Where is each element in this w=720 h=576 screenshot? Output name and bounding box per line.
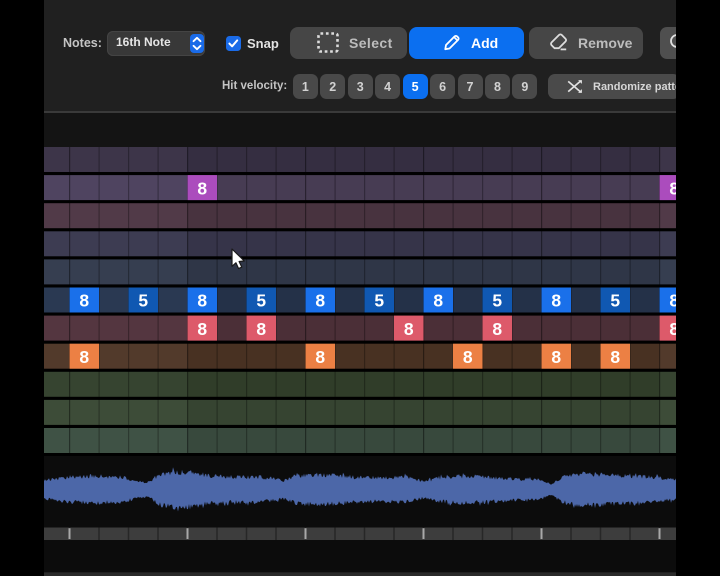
svg-text:8: 8 bbox=[433, 291, 443, 311]
svg-text:8: 8 bbox=[197, 291, 207, 311]
svg-text:5: 5 bbox=[138, 291, 148, 311]
svg-text:5: 5 bbox=[374, 291, 384, 311]
svg-text:8: 8 bbox=[463, 347, 473, 367]
svg-text:8: 8 bbox=[197, 319, 207, 339]
svg-text:5: 5 bbox=[492, 291, 502, 311]
svg-text:8: 8 bbox=[315, 347, 325, 367]
svg-text:8: 8 bbox=[79, 347, 89, 367]
svg-text:8: 8 bbox=[492, 319, 502, 339]
svg-text:8: 8 bbox=[197, 178, 207, 198]
svg-text:8: 8 bbox=[551, 291, 561, 311]
svg-text:5: 5 bbox=[256, 291, 266, 311]
svg-text:5: 5 bbox=[610, 291, 620, 311]
svg-text:8: 8 bbox=[610, 347, 620, 367]
svg-text:8: 8 bbox=[551, 347, 561, 367]
svg-text:8: 8 bbox=[79, 291, 89, 311]
svg-text:8: 8 bbox=[404, 319, 414, 339]
svg-text:8: 8 bbox=[315, 291, 325, 311]
svg-text:8: 8 bbox=[256, 319, 266, 339]
